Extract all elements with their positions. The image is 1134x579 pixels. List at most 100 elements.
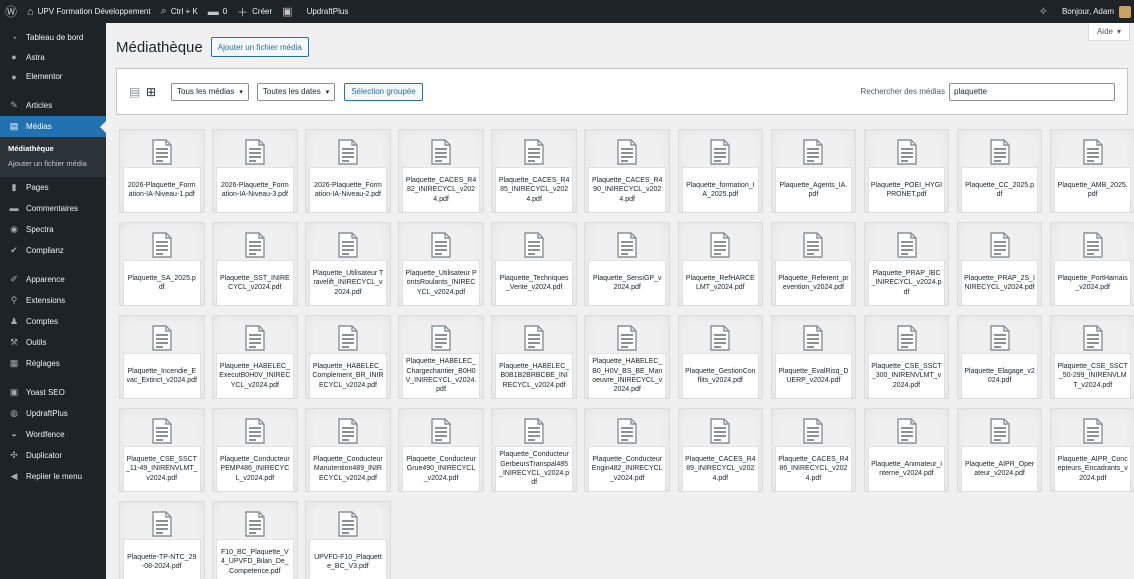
media-item[interactable]: Plaquette_CC_2025.pdf xyxy=(956,129,1043,213)
submenu-item-add-new[interactable]: Ajouter un fichier média xyxy=(0,156,106,171)
site-name-link[interactable]: ⌂ UPV Formation Développement xyxy=(22,0,156,23)
media-item[interactable]: Plaquette_Elagage_v2024.pdf xyxy=(956,315,1043,399)
sidebar-item-extensions[interactable]: ⚲ Extensions xyxy=(0,290,106,311)
media-item[interactable]: Plaquette_CACES_R482_INIRECYCL_v2024.pdf xyxy=(398,129,484,213)
sidebar-item-dashboard[interactable]: ◔ Tableau de bord xyxy=(0,27,106,48)
media-item[interactable]: Plaquette_Agents_IA.pdf xyxy=(770,129,857,213)
sidebar-item-apparence[interactable]: ✐ Apparence xyxy=(0,269,106,290)
document-icon xyxy=(710,232,731,258)
sidebar-item-yoast[interactable]: ▣ Yoast SEO xyxy=(0,382,106,403)
media-item[interactable]: Plaquette_CACES_R489_INIRECYCL_v2024.pdf xyxy=(677,408,764,492)
sidebar-item-medias[interactable]: ▤ Médias xyxy=(0,116,106,137)
media-item[interactable]: UPVFD-F10_Plaquette_BC_V3.pdf xyxy=(305,501,391,579)
media-item[interactable]: 2026-Plaquette_Formation-IA-Niveau-1.pdf xyxy=(119,129,205,213)
media-item[interactable]: Plaquette_CSE_SSCT_50-299_INIRENVLMT_v20… xyxy=(1049,315,1134,399)
sidebar-item-updraftplus[interactable]: ◍ UpdraftPlus xyxy=(0,403,106,424)
media-item[interactable]: F10_BC_Plaquette_V4_UPVFD_Bilan_De_Compe… xyxy=(212,501,298,579)
media-item[interactable]: Plaquette_Animateur_interne_v2024.pdf xyxy=(863,408,950,492)
media-item[interactable]: Plaquette_ConducteurGrue490_INIRECYCL_v2… xyxy=(398,408,484,492)
sidebar-item-astra[interactable]: ● Astra xyxy=(0,48,106,66)
media-item[interactable]: Plaquette_Utilisateur PontsRoulants_INIR… xyxy=(398,222,484,306)
command-palette-button[interactable]: ⌕ Ctrl + K xyxy=(156,0,203,23)
sidebar-item-comptes[interactable]: ♟ Comptes xyxy=(0,311,106,332)
document-icon xyxy=(617,139,637,165)
media-item[interactable]: Plaquette_Techniques_Vente_v2024.pdf xyxy=(491,222,577,306)
media-item[interactable]: 2026-Plaquette_Formation-IA-Niveau-3.pdf xyxy=(212,129,298,213)
media-item[interactable]: Plaquette_ConducteurGerbeursTranspal485_… xyxy=(491,408,577,492)
media-type-filter[interactable]: Tous les médias ▾ xyxy=(171,82,249,101)
sidebar-item-pages[interactable]: ▮ Pages xyxy=(0,177,106,198)
media-item[interactable]: Plaquette_GestionConflits_v2024.pdf xyxy=(677,315,764,399)
wordpress-logo-icon[interactable]: Ⓦ xyxy=(0,0,22,23)
media-grid: 2026-Plaquette_Formation-IA-Niveau-1.pdf… xyxy=(119,129,1134,579)
add-media-button[interactable]: Ajouter un fichier média xyxy=(210,37,309,57)
media-item[interactable]: Plaquette_Referent_prevention_v2024.pdf xyxy=(770,222,857,306)
plus-icon: ＋ xyxy=(237,6,249,19)
document-icon xyxy=(431,232,451,258)
sidebar-item-articles[interactable]: ✎ Articles xyxy=(0,95,106,116)
sidebar-collapse-button[interactable]: ◀ Replier le menu xyxy=(0,466,106,487)
media-item[interactable]: 2026-Plaquette_Formation-IA-Niveau-2.pdf xyxy=(305,129,391,213)
new-content-button[interactable]: ＋ Créer xyxy=(232,0,277,23)
media-item[interactable]: Plaquette_CACES_R486_INIRECYCL_v2024.pdf xyxy=(770,408,857,492)
media-item[interactable]: Plaquette_HABELEC_B0_H0V_BS_BE_Manoeuvre… xyxy=(584,315,670,399)
media-item[interactable]: Plaquette_PortHamais_v2024.pdf xyxy=(1049,222,1134,306)
media-item[interactable]: Plaquette_PRAP_IBC_INIRECYCL_v2024.pdf xyxy=(863,222,950,306)
bulk-select-button[interactable]: Sélection groupée xyxy=(344,82,423,101)
media-item[interactable]: Plaquette_HABELEC_Complement_BR_INIRECYC… xyxy=(305,315,391,399)
sidebar-item-outils[interactable]: ⚒ Outils xyxy=(0,332,106,353)
media-item[interactable]: Plaquette_POEI_HYGIPRONET.pdf xyxy=(863,129,950,213)
media-item[interactable]: Plaquette_PRAP_2S_INIRECYCL_v2024.pdf xyxy=(956,222,1043,306)
media-item[interactable]: Plaquette_HABELEC_B0B1B2BRBCBE_INIRECYCL… xyxy=(491,315,577,399)
sidebar-item-duplicator[interactable]: ✣ Duplicator xyxy=(0,445,106,466)
media-item[interactable]: Plaquette_CACES_R490_INIRECYCL_v2024.pdf xyxy=(584,129,670,213)
document-icon xyxy=(338,139,358,165)
comments-button[interactable]: ▬ 0 xyxy=(203,0,232,23)
sidebar-item-elementor[interactable]: ● Elementor xyxy=(0,66,106,87)
sidebar-item-complianz[interactable]: ✔ Complianz xyxy=(0,240,106,261)
media-item[interactable]: Plaquette_SensiGP_v2024.pdf xyxy=(584,222,670,306)
settings-icon: ▦ xyxy=(9,357,19,368)
media-item[interactable]: Plaquette_HABELEC_Chargechantier_B0H0V_I… xyxy=(398,315,484,399)
ai-sparkle-button[interactable]: ✧ xyxy=(1034,0,1057,23)
media-item[interactable]: Plaquette_HABELEC_ExecutB0H0V_INIRECYCL_… xyxy=(212,315,298,399)
media-item[interactable]: Plaquette_RefHARCELMT_v2024.pdf xyxy=(677,222,764,306)
media-filename: Plaquette_SST_INIRECYCL_v2024.pdf xyxy=(217,261,293,305)
elementor-icon: ● xyxy=(11,71,17,82)
media-filename: Plaquette_ConducteurGrue490_INIRECYCL_v2… xyxy=(403,447,479,491)
media-item[interactable]: Plaquette_Incendie_Evac_Extinct_v2024.pd… xyxy=(119,315,205,399)
media-item[interactable]: Plaquette_CACES_R485_INIRECYCL_v2024.pdf xyxy=(491,129,577,213)
media-filename: Plaquette_CACES_R489_INIRECYCL_v2024.pdf xyxy=(682,447,759,491)
sidebar-item-reglages[interactable]: ▦ Réglages xyxy=(0,353,106,374)
document-icon xyxy=(152,325,172,351)
date-filter[interactable]: Toutes les dates ▾ xyxy=(256,82,336,101)
list-view-icon[interactable]: ▤ xyxy=(129,86,142,98)
grid-view-icon[interactable]: ⊞ xyxy=(146,86,159,98)
submenu-item-library[interactable]: Médiathèque xyxy=(0,141,106,156)
media-item[interactable]: Plaquette-TP-NTC_29-08-2024.pdf xyxy=(119,501,205,579)
updraftplus-adminbar-link[interactable]: UpdraftPlus xyxy=(302,0,354,23)
search-input[interactable] xyxy=(949,82,1115,101)
media-item[interactable]: Plaquette_Utilisateur Travelift_INIRECYC… xyxy=(305,222,391,306)
help-tab-button[interactable]: Aide ▾ xyxy=(1087,23,1130,41)
media-item[interactable]: Plaquette_formation_IA_2025.pdf xyxy=(677,129,764,213)
media-item[interactable]: Plaquette_AIPR_Operateur_v2024.pdf xyxy=(956,408,1043,492)
yoast-adminbar-icon[interactable]: ▣ xyxy=(277,0,301,23)
media-item[interactable]: Plaquette_SA_2025.pdf xyxy=(119,222,205,306)
media-item[interactable]: Plaquette_CSE_SSCT_300_INIRENVLMT_v2024.… xyxy=(863,315,950,399)
media-item[interactable]: Plaquette_ConducteurEngin482_INIRECYCL_v… xyxy=(584,408,670,492)
media-item[interactable]: Plaquette_EvalRisq_DUERP_v2024.pdf xyxy=(770,315,857,399)
media-item[interactable]: Plaquette_CSE_SSCT_11-49_INIRENVLMT_v202… xyxy=(119,408,205,492)
admin-sidebar: ◔ Tableau de bord ● Astra ● Elementor ✎ Arti… xyxy=(0,23,106,579)
media-item[interactable]: Plaquette_SST_INIRECYCL_v2024.pdf xyxy=(212,222,298,306)
sidebar-item-wordfence[interactable]: ◒ Wordfence xyxy=(0,424,106,445)
media-item[interactable]: Plaquette_AMB_2025.pdf xyxy=(1049,129,1134,213)
sidebar-item-spectra[interactable]: ◉ Spectra xyxy=(0,219,106,240)
document-icon xyxy=(431,418,451,444)
media-item[interactable]: Plaquette_ConducteurPEMP486_INIRECYCL_v2… xyxy=(212,408,298,492)
sidebar-item-commentaires[interactable]: ▬ Commentaires xyxy=(0,198,106,219)
media-item[interactable]: Plaquette_ConducteurManutention489_INIRE… xyxy=(305,408,391,492)
media-item[interactable]: Plaquette_AIPR_Concepteurs_Encadrants_v2… xyxy=(1049,408,1134,492)
document-icon xyxy=(989,418,1010,444)
user-account-menu[interactable]: Bonjour, Adam xyxy=(1057,0,1134,23)
